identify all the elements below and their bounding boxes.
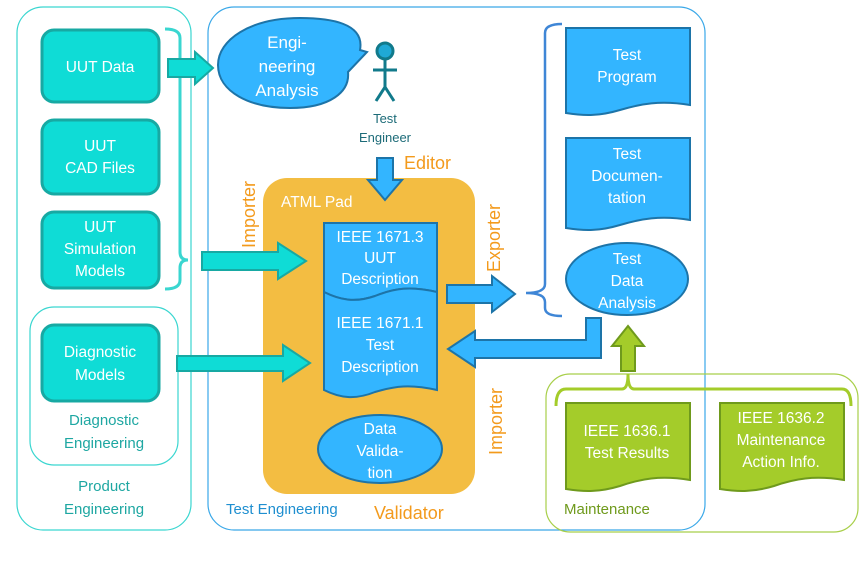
test-program-label-2: Program (597, 69, 656, 86)
exporter-label: Exporter (484, 204, 504, 272)
diagnostic-engineering-label-2: Engineering (64, 435, 144, 452)
ieee-1636-2-label-3: Action Info. (742, 454, 820, 471)
uut-sim-label-2: Simulation (64, 241, 136, 258)
engineering-analysis-label-1: Engi- (267, 33, 307, 52)
uut-sim-label-3: Models (75, 263, 125, 280)
validation-label-1: Data (364, 421, 397, 438)
maintenance-bracket (554, 373, 853, 407)
validation-label-3: tion (368, 465, 393, 482)
uut-desc-label-2: UUT (364, 250, 396, 267)
product-engineering-label-2: Engineering (64, 501, 144, 518)
diagnostic-models-label-2: Models (75, 367, 125, 384)
diagnostic-models-arrow (176, 343, 312, 383)
uut-data-label: UUT Data (66, 59, 135, 76)
ieee-1636-1-label-2: Test Results (585, 445, 670, 462)
uut-cad-label-2: CAD Files (65, 160, 135, 177)
test-desc-label-1: IEEE 1671.1 (336, 315, 423, 332)
ieee-1636-2-label-2: Maintenance (737, 432, 826, 449)
validation-label-2: Valida- (356, 443, 403, 460)
uut-desc-label-1: IEEE 1671.3 (336, 229, 423, 246)
test-engineer-label-2: Engineer (359, 130, 412, 145)
test-analysis-label-2: Data (611, 273, 644, 290)
diagnostic-models-box[interactable] (40, 323, 161, 403)
engineering-analysis-label-2: neering (259, 57, 316, 76)
test-engineering-label: Test Engineering (226, 501, 338, 518)
diagnostic-engineering-label-1: Diagnostic (69, 412, 140, 429)
test-engineer-icon (373, 41, 397, 102)
test-doc-label-1: Test (613, 146, 642, 163)
importer-right-label: Importer (486, 388, 506, 455)
test-analysis-label-1: Test (613, 251, 642, 268)
uut-sim-label-1: UUT (84, 219, 116, 236)
test-desc-label-2: Test (366, 337, 395, 354)
diagnostic-models-label-1: Diagnostic (64, 344, 137, 361)
uut-desc-label-3: Description (341, 271, 419, 288)
maintenance-up-arrow (609, 324, 647, 372)
product-engineering-label-1: Product (78, 478, 131, 495)
ieee-1636-1-label-1: IEEE 1636.1 (583, 423, 670, 440)
outputs-bracket (525, 22, 563, 318)
atml-pad-title: ATML Pad (281, 194, 353, 211)
test-desc-label-3: Description (341, 359, 419, 376)
editor-label: Editor (404, 153, 451, 173)
test-doc-label-2: Documen- (591, 168, 663, 185)
test-engineer-label-1: Test (373, 111, 397, 126)
test-analysis-label-3: Analysis (598, 295, 656, 312)
importer-left-label: Importer (239, 181, 259, 248)
test-program-label-1: Test (613, 47, 642, 64)
engineering-analysis-label-3: Analysis (255, 81, 318, 100)
test-doc-label-3: tation (608, 190, 646, 207)
uut-cad-files-box[interactable] (40, 118, 161, 196)
maintenance-label: Maintenance (564, 501, 650, 518)
atml-workflow-diagram: UUT Data UUT CAD Files UUT Simulation Mo… (16, 6, 859, 533)
uut-cad-label-1: UUT (84, 138, 116, 155)
validator-label: Validator (374, 503, 444, 523)
ieee-1636-2-label-1: IEEE 1636.2 (737, 410, 824, 427)
